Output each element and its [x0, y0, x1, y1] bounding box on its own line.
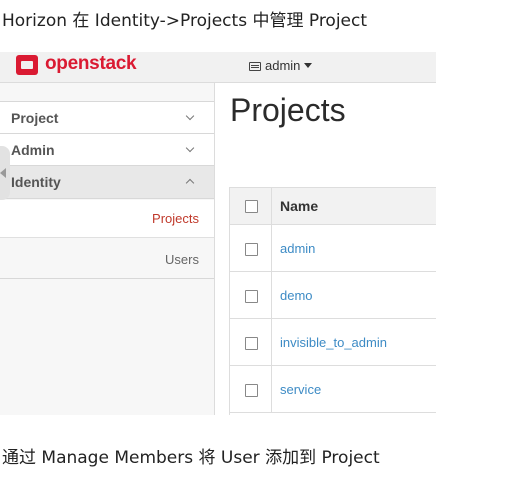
- table-row: invisible_to_admin: [230, 319, 436, 366]
- logo-text: openstack: [45, 53, 137, 74]
- row-checkbox[interactable]: [245, 243, 258, 256]
- project-list-icon: [249, 62, 261, 71]
- column-header-name[interactable]: Name: [280, 198, 318, 214]
- openstack-logo-icon: [16, 55, 38, 75]
- table-row: service: [230, 366, 436, 413]
- projects-table: Name admin demo invisible_to_admin servi…: [229, 187, 436, 415]
- sidebar-section-identity[interactable]: Identity: [0, 165, 214, 199]
- row-select-cell: [230, 319, 272, 365]
- row-select-cell: [230, 366, 272, 412]
- sidebar-section-label: Project: [11, 110, 59, 126]
- horizon-screenshot: openstack admin Project Admin Identity P…: [0, 52, 436, 415]
- row-checkbox[interactable]: [245, 384, 258, 397]
- sidebar-section-project[interactable]: Project: [0, 101, 214, 133]
- sidebar-section-admin[interactable]: Admin: [0, 133, 214, 165]
- project-name-link[interactable]: demo: [280, 288, 313, 303]
- select-all-checkbox[interactable]: [245, 200, 258, 213]
- row-select-cell: [230, 225, 272, 271]
- chevron-down-icon: [185, 143, 195, 153]
- caret-down-icon: [304, 63, 313, 68]
- chevron-down-icon: [185, 111, 195, 121]
- select-all-cell: [230, 188, 272, 224]
- project-name-link[interactable]: service: [280, 382, 321, 397]
- table-row: demo: [230, 272, 436, 319]
- sidebar-collapse-toggle[interactable]: [0, 146, 10, 200]
- sidebar-section-label: Identity: [11, 174, 61, 190]
- project-switcher-label: admin: [265, 58, 301, 73]
- sidebar-section-label: Admin: [11, 142, 55, 158]
- top-navbar: openstack admin: [0, 52, 436, 83]
- row-checkbox[interactable]: [245, 337, 258, 350]
- caption-top: Horizon 在 Identity->Projects 中管理 Project: [2, 11, 368, 31]
- chevron-up-icon: [185, 178, 195, 188]
- project-switcher-dropdown[interactable]: admin: [249, 58, 313, 73]
- project-name-link[interactable]: admin: [280, 241, 315, 256]
- table-row: admin: [230, 225, 436, 272]
- page-title: Projects: [230, 92, 346, 128]
- caption-bottom: 通过 Manage Members 将 User 添加到 Project: [2, 448, 380, 468]
- project-name-link[interactable]: invisible_to_admin: [280, 335, 387, 350]
- sidebar-item-projects[interactable]: Projects: [0, 200, 214, 237]
- row-checkbox[interactable]: [245, 290, 258, 303]
- table-header-row: Name: [230, 188, 436, 225]
- row-select-cell: [230, 272, 272, 318]
- sidebar: Project Admin Identity Projects Users: [0, 83, 215, 415]
- sidebar-item-users[interactable]: Users: [0, 237, 214, 279]
